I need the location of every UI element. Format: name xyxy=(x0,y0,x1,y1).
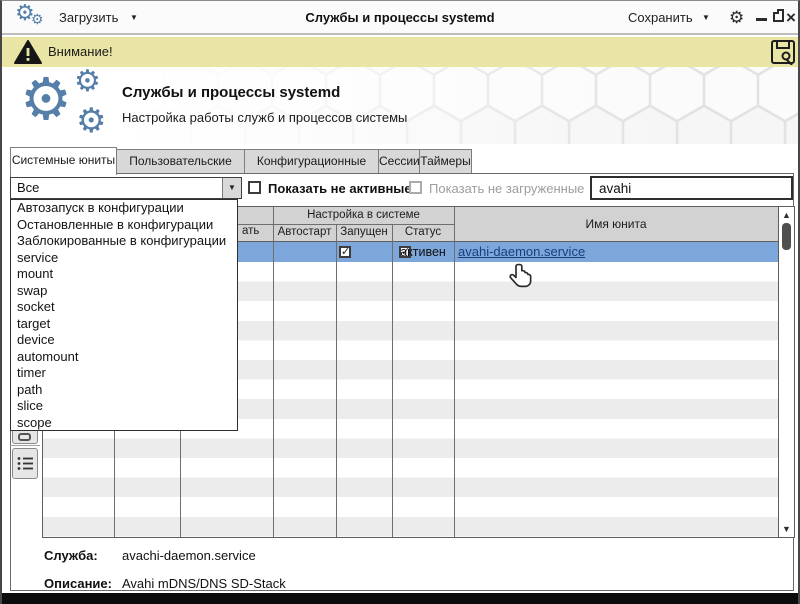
save-menu-arrow-icon[interactable]: ▼ xyxy=(702,1,710,35)
close-button[interactable]: × xyxy=(786,1,800,34)
autostart-checkbox[interactable]: ✓ xyxy=(339,246,351,258)
description-value: Avahi mDNS/DNS SD-Stack xyxy=(122,576,286,591)
tab-4[interactable]: Таймеры xyxy=(419,149,472,174)
column-line xyxy=(336,224,337,537)
search-input[interactable] xyxy=(590,176,793,200)
hero-banner: ⚙ ⚙ ⚙ Службы и процессы systemd Настройк… xyxy=(2,67,798,144)
titlebar: ⚙ ⚙ Загрузить ▼ Службы и процессы system… xyxy=(2,1,798,35)
header-unit-name[interactable]: Имя юнита xyxy=(454,207,778,241)
column-line xyxy=(392,224,393,537)
dropdown-item[interactable]: Заблокированные в конфигурации xyxy=(11,233,237,250)
warning-triangle-icon xyxy=(14,40,42,65)
restore-button-icon xyxy=(777,9,784,14)
header-status[interactable]: Статус xyxy=(392,226,454,238)
dropdown-item[interactable]: mount xyxy=(11,266,237,283)
hero-fade xyxy=(2,67,798,144)
unit-type-combobox[interactable] xyxy=(10,177,242,199)
unit-type-selected-value: Все xyxy=(17,177,39,199)
logo-gear-large-icon: ⚙ xyxy=(20,71,72,129)
list-view-button[interactable] xyxy=(12,448,38,479)
clipped-toolbar-icon xyxy=(18,433,31,441)
header-running[interactable]: Запущен xyxy=(336,226,392,238)
app-window: ⚙ ⚙ Загрузить ▼ Службы и процессы system… xyxy=(0,0,800,604)
dropdown-item[interactable]: scope xyxy=(11,415,237,432)
dropdown-item[interactable]: service xyxy=(11,250,237,267)
save-menu-button[interactable]: Сохранить xyxy=(628,1,693,35)
dropdown-item[interactable]: target xyxy=(11,316,237,333)
table-scrollbar[interactable]: ▲ ▼ xyxy=(778,206,795,538)
unit-name-link[interactable]: avahi-daemon.service xyxy=(458,242,585,262)
warning-text: Внимание! xyxy=(48,37,113,67)
show-unloaded-checkbox xyxy=(409,181,422,194)
column-line xyxy=(273,207,274,537)
minimize-button[interactable] xyxy=(756,18,767,21)
logo-gear-bottom-icon: ⚙ xyxy=(76,104,106,138)
status-value: активен xyxy=(392,242,454,262)
scroll-up-icon[interactable]: ▲ xyxy=(779,210,794,220)
dropdown-item[interactable]: slice xyxy=(11,398,237,415)
show-inactive-checkbox[interactable] xyxy=(248,181,261,194)
logo-gear-top-icon: ⚙ xyxy=(74,67,101,97)
settings-gear-icon[interactable]: ⚙ xyxy=(729,1,744,35)
tab-3[interactable]: Сессии xyxy=(378,149,420,174)
window-bottom-edge xyxy=(2,593,798,604)
dropdown-item[interactable]: automount xyxy=(11,349,237,366)
tab-2[interactable]: Конфигурационные файлы xyxy=(244,149,379,174)
list-view-icon xyxy=(17,456,34,471)
page-subtitle: Настройка работы служб и процессов систе… xyxy=(122,110,407,125)
dropdown-item[interactable]: device xyxy=(11,332,237,349)
column-line xyxy=(454,207,455,537)
page-title: Службы и процессы systemd xyxy=(122,84,340,101)
warning-bar: Внимание! xyxy=(2,37,798,67)
tab-strip: Системные юнитыПользовательские юнитыКон… xyxy=(2,147,798,174)
description-label: Описание: xyxy=(44,576,112,591)
dropdown-item[interactable]: Автозапуск в конфигурации xyxy=(11,200,237,217)
dropdown-item[interactable]: timer xyxy=(11,365,237,382)
header-group-system: Настройка в системе xyxy=(273,209,454,221)
tab-0[interactable]: Системные юниты xyxy=(10,147,117,175)
toolbar-separator xyxy=(10,445,40,446)
dropdown-item[interactable]: Остановленные в конфигурации xyxy=(11,217,237,234)
scrollbar-thumb[interactable] xyxy=(782,223,791,250)
scroll-down-icon[interactable]: ▼ xyxy=(779,524,794,534)
show-unloaded-label: Показать не загруженные xyxy=(429,178,584,199)
dropdown-item[interactable]: socket xyxy=(11,299,237,316)
header-autostart[interactable]: Автостарт xyxy=(273,226,336,238)
combobox-dropdown-arrow-icon[interactable]: ▼ xyxy=(222,178,241,198)
dropdown-item[interactable]: path xyxy=(11,382,237,399)
tab-1[interactable]: Пользовательские юниты xyxy=(116,149,245,174)
dropdown-item[interactable]: swap xyxy=(11,283,237,300)
service-label: Служба: xyxy=(44,548,98,563)
save-floppy-icon[interactable] xyxy=(770,39,796,65)
service-value: avachi-daemon.service xyxy=(122,548,256,563)
show-inactive-label[interactable]: Показать не активные xyxy=(268,178,412,199)
unit-type-dropdown-list: Автозапуск в конфигурацииОстановленные в… xyxy=(10,199,238,431)
header-left-fragment: ать xyxy=(242,225,274,237)
hand-cursor-icon xyxy=(509,263,534,290)
